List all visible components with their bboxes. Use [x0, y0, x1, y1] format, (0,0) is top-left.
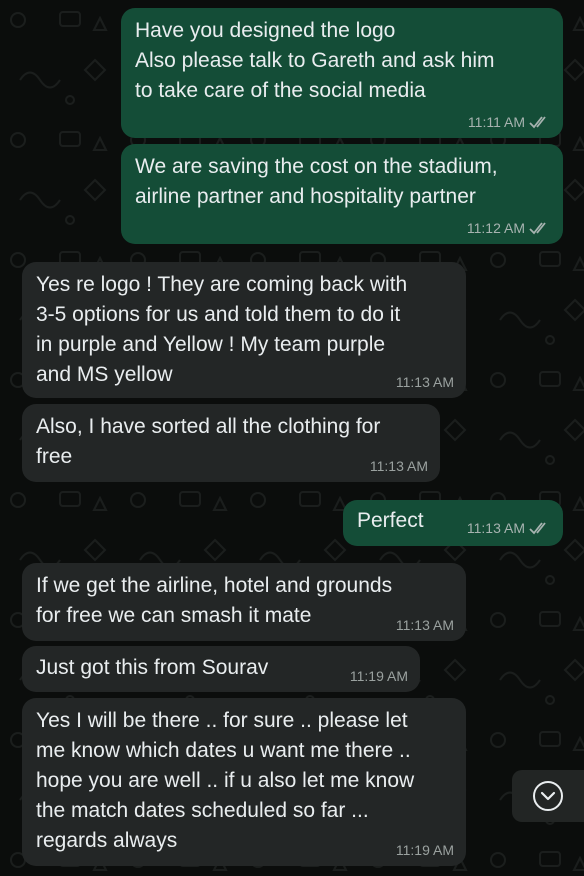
- message-time: 11:12 AM: [466, 220, 525, 236]
- message-time: 11:19 AM: [349, 668, 408, 684]
- scroll-to-bottom-button[interactable]: [512, 770, 584, 822]
- message-meta: 11:11 AM: [468, 114, 551, 130]
- message-text: Yes I will be there .. for sure .. pleas…: [36, 709, 415, 852]
- message-time: 11:13 AM: [466, 520, 525, 536]
- message-bubble-outgoing[interactable]: Perfect 11:13 AM: [343, 500, 563, 546]
- message-time: 11:13 AM: [369, 458, 428, 474]
- message-text: Have you designed the logo Also please t…: [135, 19, 495, 102]
- message-time: 11:13 AM: [395, 374, 454, 390]
- message-text: If we get the airline, hotel and grounds…: [36, 574, 393, 627]
- message-meta: 11:13 AM: [396, 617, 454, 633]
- message-meta: 11:13 AM: [467, 520, 551, 536]
- message-meta: 11:13 AM: [370, 458, 428, 474]
- message-bubble-incoming[interactable]: If we get the airline, hotel and grounds…: [22, 563, 466, 641]
- message-meta: 11:12 AM: [467, 220, 551, 236]
- message-meta: 11:19 AM: [396, 842, 454, 858]
- message-bubble-incoming[interactable]: Yes I will be there .. for sure .. pleas…: [22, 698, 466, 866]
- message-bubble-outgoing[interactable]: Have you designed the logo Also please t…: [121, 8, 563, 138]
- message-time: 11:19 AM: [395, 842, 454, 858]
- message-bubble-outgoing[interactable]: We are saving the cost on the stadium, a…: [121, 144, 563, 244]
- message-text: We are saving the cost on the stadium, a…: [135, 155, 498, 208]
- message-bubble-incoming[interactable]: Yes re logo ! They are coming back with …: [22, 262, 466, 398]
- message-bubble-incoming[interactable]: Also, I have sorted all the clothing for…: [22, 404, 440, 482]
- message-text: Yes re logo ! They are coming back with …: [36, 273, 408, 386]
- message-meta: 11:19 AM: [350, 668, 408, 684]
- chevron-down-icon: [533, 781, 563, 811]
- read-ticks-icon: [529, 222, 546, 235]
- message-bubble-incoming[interactable]: Just got this from Sourav 11:19 AM: [22, 646, 420, 692]
- read-ticks-icon: [529, 522, 546, 535]
- read-ticks-icon: [529, 116, 546, 129]
- message-time: 11:11 AM: [467, 114, 525, 130]
- message-meta: 11:13 AM: [396, 374, 454, 390]
- message-time: 11:13 AM: [395, 617, 454, 633]
